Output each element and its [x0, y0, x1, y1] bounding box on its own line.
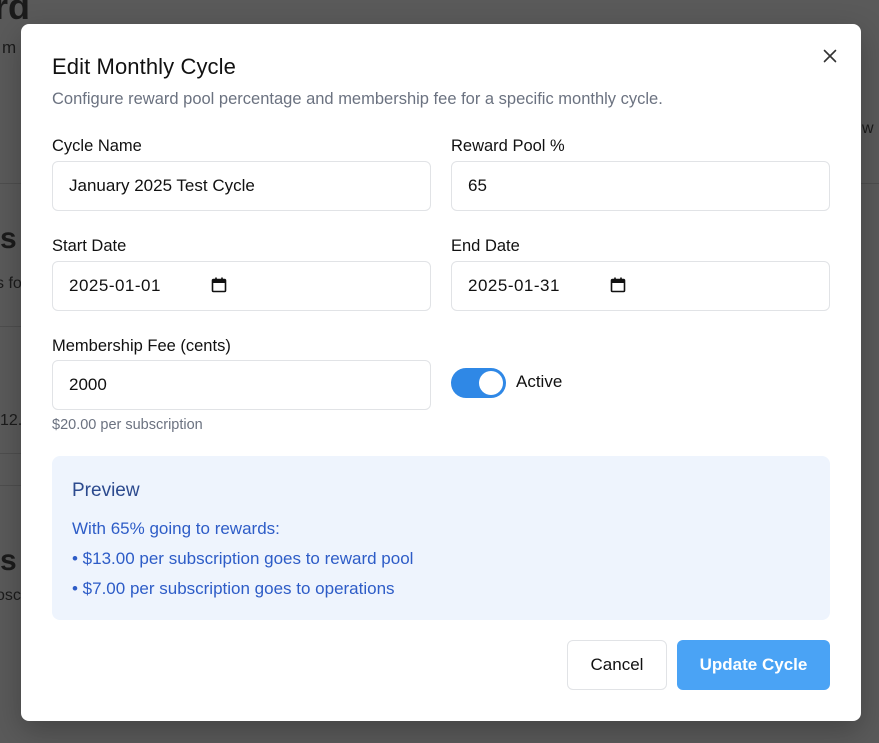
membership-fee-hint: $20.00 per subscription: [52, 417, 203, 433]
membership-fee-field[interactable]: [52, 360, 431, 410]
membership-fee-input[interactable]: [69, 375, 430, 395]
preview-operations-line: • $7.00 per subscription goes to operati…: [72, 579, 395, 598]
close-button[interactable]: [819, 45, 841, 67]
update-cycle-button[interactable]: Update Cycle: [677, 640, 830, 690]
reward-pool-input[interactable]: [468, 176, 829, 196]
dialog-title: Edit Monthly Cycle: [52, 54, 236, 79]
start-date-value[interactable]: 2025-01-01: [69, 276, 161, 296]
end-date-field[interactable]: 2025-01-31: [451, 261, 830, 311]
calendar-icon[interactable]: [210, 276, 228, 294]
cancel-button[interactable]: Cancel: [567, 640, 667, 690]
close-icon: [823, 49, 837, 63]
dialog-description: Configure reward pool percentage and mem…: [52, 90, 663, 108]
preview-title: Preview: [72, 480, 140, 501]
cycle-name-input[interactable]: [69, 176, 430, 196]
edit-cycle-dialog: Edit Monthly Cycle Configure reward pool…: [21, 24, 861, 721]
cycle-name-label: Cycle Name: [52, 137, 142, 155]
preview-reward-line: • $13.00 per subscription goes to reward…: [72, 549, 414, 568]
membership-fee-label: Membership Fee (cents): [52, 337, 231, 355]
cycle-name-field[interactable]: [52, 161, 431, 211]
end-date-label: End Date: [451, 237, 520, 255]
active-toggle[interactable]: [451, 368, 506, 398]
reward-pool-field[interactable]: [451, 161, 830, 211]
active-label: Active: [516, 372, 563, 391]
start-date-label: Start Date: [52, 237, 127, 255]
end-date-value[interactable]: 2025-01-31: [468, 276, 560, 296]
reward-pool-label: Reward Pool %: [451, 137, 565, 155]
preview-intro: With 65% going to rewards:: [72, 519, 280, 538]
toggle-knob: [479, 371, 503, 395]
preview-panel: Preview With 65% going to rewards: • $13…: [52, 456, 830, 620]
start-date-field[interactable]: 2025-01-01: [52, 261, 431, 311]
calendar-icon[interactable]: [609, 276, 627, 294]
